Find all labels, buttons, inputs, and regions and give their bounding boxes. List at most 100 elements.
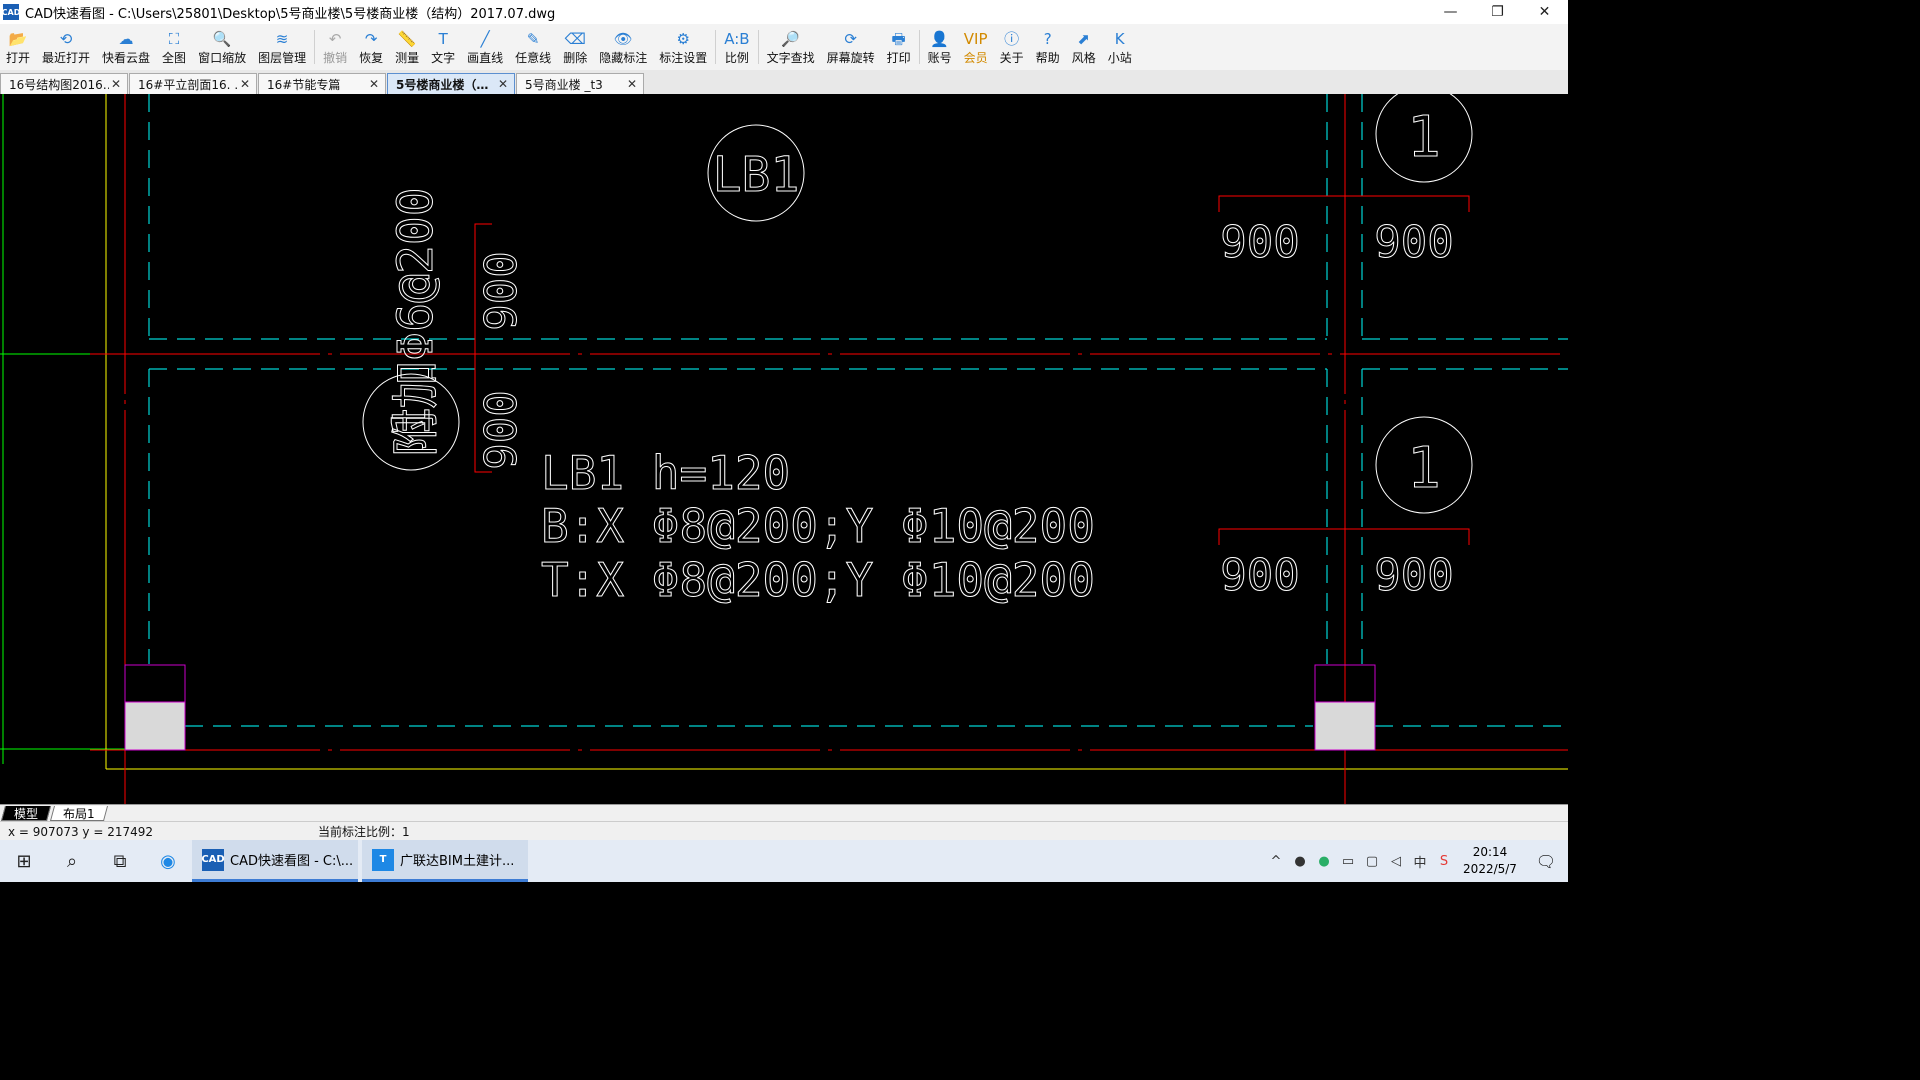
- document-tab-0[interactable]: 16号结构图2016… ✕: [0, 73, 128, 94]
- toolbar-button-2[interactable]: ☁ 快看云盘: [96, 24, 156, 70]
- tab-close-icon[interactable]: ✕: [238, 77, 252, 91]
- dim-900-bottom-left: 900: [1220, 550, 1299, 601]
- lb1-bubble-label: LB1: [713, 147, 800, 203]
- cad-drawing[interactable]: LB1 1 附加Φ6@200 900 900 LB1 h=120 B:X Φ8@…: [0, 94, 1568, 804]
- task-view-icon[interactable]: ⧉: [96, 840, 144, 882]
- network-icon[interactable]: ▢: [1360, 854, 1384, 869]
- ime-icon[interactable]: 中: [1408, 852, 1432, 871]
- toolbar-button-18[interactable]: 🖶 打印: [881, 24, 917, 70]
- toolbar-button-8[interactable]: 📏 测量: [389, 24, 425, 70]
- toolbar-button-17[interactable]: ⟳ 屏幕旋转: [821, 24, 881, 70]
- toolbar-button-13[interactable]: 👁 隐藏标注: [593, 24, 653, 70]
- toolbar-button-4[interactable]: 🔍 窗口缩放: [192, 24, 252, 70]
- dim-900-vertical-1: 900: [476, 251, 527, 330]
- clock-date: 2022/5/7: [1463, 862, 1517, 876]
- toolbar-button-1[interactable]: ⟲ 最近打开: [36, 24, 96, 70]
- taskbar-app-0[interactable]: CAD CAD快速看图 - C:\...: [192, 840, 358, 882]
- document-tab-3[interactable]: 5号楼商业楼（… ✕: [387, 73, 515, 94]
- toolbar-button-16[interactable]: 🔎 文字查找: [761, 24, 821, 70]
- main-toolbar: 📂 打开 ⟲ 最近打开 ☁ 快看云盘 ⛶ 全图 🔍 窗口缩放 ≋ 图层管理 ↶ 撤销 ↷ 恢复 📏 测量 T 文字 ╱ 画…: [0, 24, 1568, 71]
- undo-icon: ↶: [328, 29, 342, 48]
- volume-icon[interactable]: ◁: [1384, 854, 1408, 869]
- document-tabs: 16号结构图2016… ✕ 16#平立剖面16. … ✕ 16#节能专篇 ✕ 5号楼商业楼（…: [0, 70, 1568, 94]
- toolbar-button-5[interactable]: ≋ 图层管理: [252, 24, 312, 70]
- tab-label: 16#节能专篇: [267, 77, 341, 92]
- layout-tab-1[interactable]: 布局1: [50, 805, 108, 821]
- column-fill-right: [1314, 701, 1376, 751]
- rebar-bracket-top-right: [1218, 195, 1470, 212]
- toolbar-separator: [757, 30, 759, 64]
- windows-start-icon[interactable]: ⊞: [0, 840, 48, 882]
- tab-close-icon[interactable]: ✕: [367, 77, 381, 91]
- qq-icon[interactable]: ●: [1288, 854, 1312, 869]
- toolbar-button-11[interactable]: ✎ 任意线: [509, 24, 557, 70]
- toolbar-button-9[interactable]: T 文字: [425, 24, 461, 70]
- toolbar-button-label: 测量: [395, 50, 420, 65]
- tray-expand-icon[interactable]: ^: [1264, 854, 1288, 869]
- beam-lines: [148, 94, 1568, 727]
- dim-900-top-left: 900: [1220, 217, 1299, 268]
- drawing-canvas[interactable]: LB1 1 附加Φ6@200 900 900 LB1 h=120 B:X Φ8@…: [0, 94, 1568, 804]
- site-icon: K: [1114, 29, 1125, 48]
- toolbar-button-24[interactable]: K 小站: [1102, 24, 1138, 70]
- browser-icon[interactable]: ◉: [144, 840, 192, 882]
- toolbar-button-label: 文字查找: [766, 50, 815, 65]
- notification-icon[interactable]: 🗨: [1524, 852, 1568, 871]
- toolbar-button-19[interactable]: 👤 账号: [922, 24, 958, 70]
- search-icon[interactable]: ⌕: [48, 840, 96, 882]
- toolbar-button-label: 窗口缩放: [198, 50, 247, 65]
- ruler-icon: 📏: [397, 29, 417, 48]
- toolbar-button-23[interactable]: ⬈ 风格: [1066, 24, 1102, 70]
- slab-note-line-2: B:X Φ8@200;Y Φ10@200: [541, 499, 1095, 553]
- taskbar-app-1[interactable]: T 广联达BIM土建计...: [362, 840, 528, 882]
- zoom-window-icon: 🔍: [212, 29, 232, 48]
- toolbar-button-3[interactable]: ⛶ 全图: [156, 24, 192, 70]
- printer-icon: 🖶: [891, 29, 906, 48]
- layout-tabs: 模型 布局1: [0, 804, 1568, 821]
- toolbar-button-21[interactable]: ⓘ 关于: [994, 24, 1030, 70]
- toolbar-button-10[interactable]: ╱ 画直线: [461, 24, 509, 70]
- tab-label: 16号结构图2016…: [9, 77, 109, 92]
- column-fill-left: [124, 701, 186, 751]
- document-tab-4[interactable]: 5号商业楼 _t3 ✕: [516, 73, 644, 94]
- close-button[interactable]: ✕: [1521, 0, 1568, 24]
- document-tab-1[interactable]: 16#平立剖面16. … ✕: [129, 73, 257, 94]
- toolbar-button-label: 文字: [431, 50, 456, 65]
- cursor-coordinates: x = 907073 y = 217492: [8, 824, 154, 839]
- text-search-icon: 🔎: [781, 29, 800, 48]
- annotation-scale: 当前标注比例：1: [318, 825, 410, 839]
- toolbar-button-label: 打印: [886, 50, 911, 65]
- taskbar-app-label: CAD快速看图 - C:\...: [230, 854, 354, 869]
- toolbar-button-14[interactable]: ⚙ 标注设置: [653, 24, 713, 70]
- minimize-button[interactable]: —: [1427, 0, 1474, 24]
- windows-taskbar: ⊞ ⌕ ⧉ ◉ CAD CAD快速看图 - C:\... T 广联达BIM土建计...…: [0, 840, 1568, 882]
- tab-close-icon[interactable]: ✕: [625, 77, 639, 91]
- tab-close-icon[interactable]: ✕: [109, 77, 123, 91]
- toolbar-button-12[interactable]: ⌫ 删除: [557, 24, 593, 70]
- toolbar-button-label: 屏幕旋转: [826, 50, 875, 65]
- taskbar-apps: CAD CAD快速看图 - C:\... T 广联达BIM土建计...: [192, 840, 532, 882]
- cloud-icon: ☁: [118, 29, 134, 48]
- layers-icon: ≋: [275, 29, 289, 48]
- taskbar-app-label: 广联达BIM土建计...: [400, 854, 515, 869]
- sogou-icon[interactable]: S: [1432, 854, 1456, 869]
- tab-label: 5号商业楼 _t3: [525, 77, 603, 92]
- title-bar: CAD CAD快速看图 - C:\Users\25801\Desktop\5号商…: [0, 0, 1568, 24]
- system-clock[interactable]: 20:14 2022/5/7: [1456, 844, 1524, 878]
- document-tab-2[interactable]: 16#节能专篇 ✕: [258, 73, 386, 94]
- layout-tab-0[interactable]: 模型: [0, 805, 52, 821]
- toolbar-button-6[interactable]: ↶ 撤销: [317, 24, 353, 70]
- toolbar-button-22[interactable]: ? 帮助: [1030, 24, 1066, 70]
- wechat-icon[interactable]: ●: [1312, 854, 1336, 869]
- tab-close-icon[interactable]: ✕: [496, 77, 510, 91]
- restore-button[interactable]: ❐: [1474, 0, 1521, 24]
- battery-icon[interactable]: ▭: [1336, 854, 1360, 869]
- toolbar-button-0[interactable]: 📂 打开: [0, 24, 36, 70]
- toolbar-button-7[interactable]: ↷ 恢复: [353, 24, 389, 70]
- toolbar-button-15[interactable]: A:B 比例: [718, 24, 755, 70]
- toolbar-button-20[interactable]: VIP 会员: [958, 24, 994, 70]
- toolbar-button-label: 图层管理: [258, 50, 307, 65]
- clock-time: 20:14: [1472, 845, 1508, 859]
- tab-label: 16#平立剖面16. …: [138, 77, 238, 92]
- toolbar-button-label: 隐藏标注: [599, 50, 648, 65]
